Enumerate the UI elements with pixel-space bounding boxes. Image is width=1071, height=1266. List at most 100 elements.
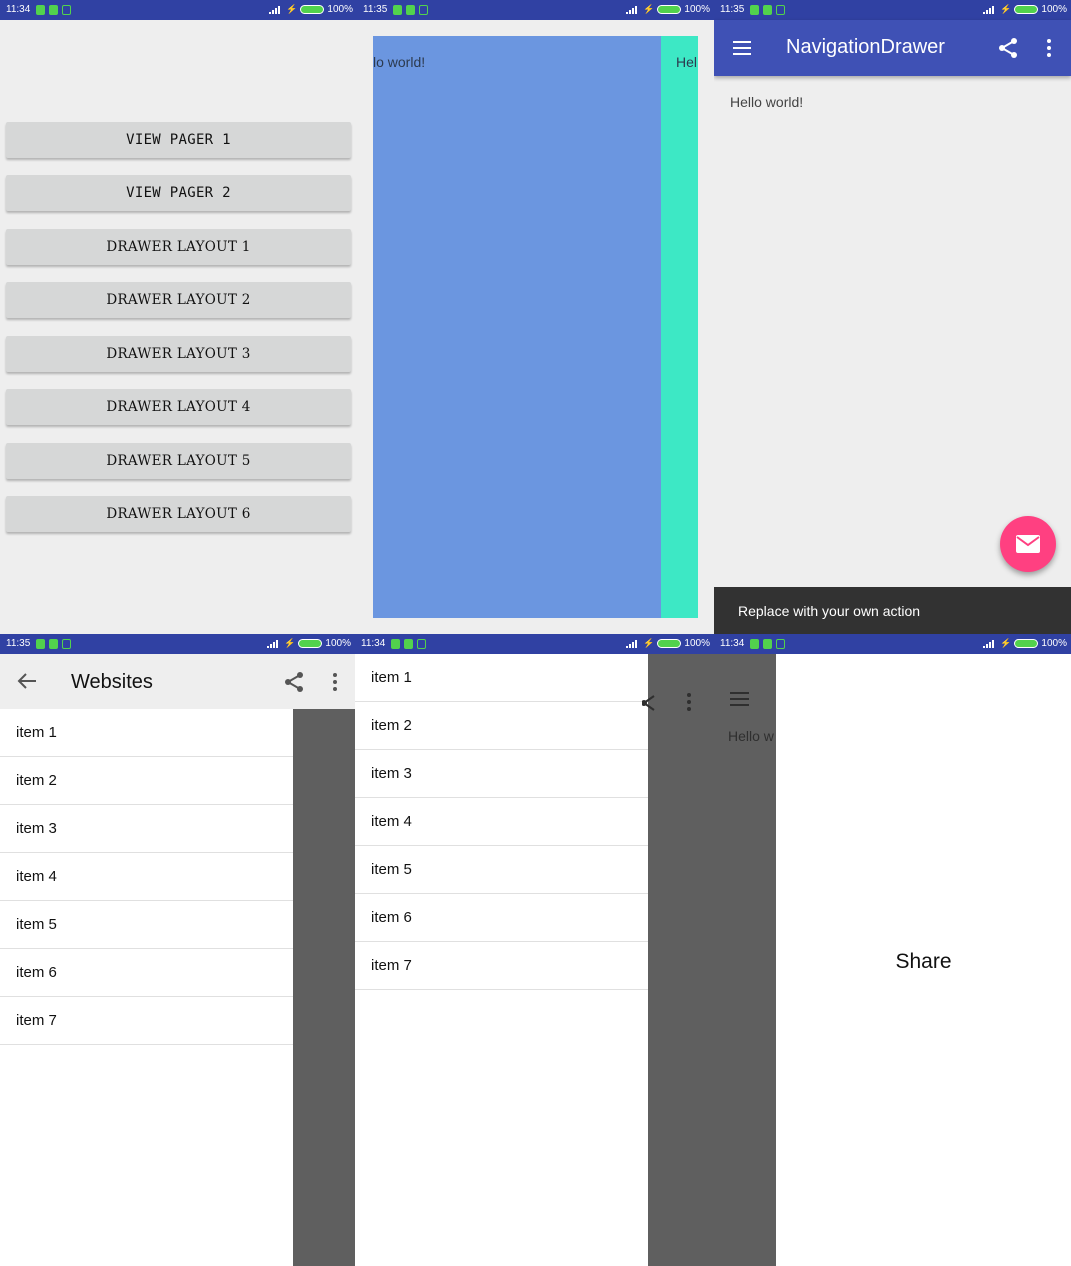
- background-text: Hello w: [728, 728, 774, 744]
- charging-icon: ⚡: [286, 4, 298, 14]
- snackbar: Replace with your own action: [714, 587, 1071, 634]
- sim-icon: [393, 5, 402, 15]
- app-toolbar: NavigationDrawer: [714, 20, 1071, 76]
- drawer-layout-4-button[interactable]: DRAWER LAYOUT 4: [6, 389, 351, 425]
- more-vert-icon[interactable]: [1045, 38, 1053, 58]
- signal-icon: [626, 640, 638, 648]
- list-item-label: item 6: [371, 909, 412, 926]
- dimmed-background[interactable]: Hello w: [714, 654, 776, 1266]
- share-icon: [642, 695, 655, 711]
- sim-icon: [36, 5, 45, 15]
- list-item[interactable]: item 6: [0, 949, 293, 997]
- pager-page-2[interactable]: Hel: [661, 36, 698, 618]
- android-icon: [49, 5, 58, 15]
- drawer-layout-6-button[interactable]: DRAWER LAYOUT 6: [6, 496, 351, 532]
- notification-icons: [36, 639, 71, 649]
- list-item[interactable]: item 5: [0, 901, 293, 949]
- status-right: ⚡ 100%: [626, 4, 710, 15]
- list-item-label: item 4: [16, 868, 57, 885]
- pager-page-1[interactable]: lo world!: [373, 36, 661, 618]
- status-right: ⚡ 100%: [269, 4, 353, 15]
- content-text: Hello world!: [730, 94, 804, 110]
- list-item-label: item 1: [16, 724, 57, 741]
- list-item[interactable]: item 3: [0, 805, 293, 853]
- battery-icon: [1014, 639, 1039, 648]
- list-item[interactable]: item 4: [355, 798, 648, 846]
- status-time: 11:35: [720, 4, 745, 15]
- status-right: ⚡ 100%: [267, 638, 351, 649]
- snackbar-text: Replace with your own action: [738, 603, 921, 619]
- list-item[interactable]: item 7: [0, 997, 293, 1045]
- app-notification-icon: [62, 5, 71, 15]
- android-icon: [763, 5, 772, 15]
- list-item[interactable]: item 2: [0, 757, 293, 805]
- signal-icon: [267, 640, 279, 648]
- list-item[interactable]: item 7: [355, 942, 648, 990]
- app-notification-icon: [419, 5, 428, 15]
- notification-icons: [393, 5, 428, 15]
- list-item-label: item 6: [16, 964, 57, 981]
- status-bar: 11:35 ⚡ 100%: [0, 634, 355, 654]
- share-icon[interactable]: [997, 37, 1019, 59]
- status-bar: 11:34 ⚡ 100%: [714, 634, 1071, 654]
- panel-view-pager: 11:35 ⚡ 100% lo world! Hel: [357, 0, 714, 634]
- android-icon: [404, 639, 413, 649]
- list-item[interactable]: item 4: [0, 853, 293, 901]
- drawer-layout-2-button[interactable]: DRAWER LAYOUT 2: [6, 282, 351, 318]
- sim-icon: [750, 5, 759, 15]
- battery-percent: 100%: [327, 4, 353, 15]
- charging-icon: ⚡: [643, 638, 655, 648]
- charging-icon: ⚡: [1000, 4, 1012, 14]
- app-notification-icon: [417, 639, 426, 649]
- share-panel: Share: [776, 654, 1071, 1266]
- list-item[interactable]: item 1: [0, 709, 293, 757]
- share-icon[interactable]: [283, 671, 305, 693]
- status-right: ⚡ 100%: [983, 638, 1067, 649]
- list-item[interactable]: item 1: [355, 654, 648, 702]
- list-item[interactable]: item 3: [355, 750, 648, 798]
- status-time: 11:34: [6, 4, 31, 15]
- status-time: 11:34: [361, 638, 386, 649]
- status-right: ⚡ 100%: [626, 638, 710, 649]
- list-item-label: item 5: [16, 916, 57, 933]
- status-right: ⚡ 100%: [983, 4, 1067, 15]
- toolbar-title: NavigationDrawer: [786, 36, 945, 58]
- drawer-layout-1-button[interactable]: DRAWER LAYOUT 1: [6, 229, 351, 265]
- list-item-label: item 4: [371, 813, 412, 830]
- panel-drawer-list: 11:34 ⚡ 100% item 1 item 2 item 3 item 4…: [355, 634, 714, 1266]
- battery-percent: 100%: [1041, 4, 1067, 15]
- charging-icon: ⚡: [284, 638, 296, 648]
- battery-percent: 100%: [325, 638, 351, 649]
- panel-main-menu: 11:34 ⚡ 100% VIEW PAGER 1 VIEW PAGER 2 D…: [0, 0, 357, 634]
- view-pager-1-button[interactable]: VIEW PAGER 1: [6, 122, 351, 158]
- menu-icon[interactable]: [732, 38, 752, 58]
- drawer-layout-5-button[interactable]: DRAWER LAYOUT 5: [6, 443, 351, 479]
- notification-icons: [750, 5, 785, 15]
- more-vert-icon[interactable]: [331, 672, 339, 692]
- battery-icon: [298, 639, 323, 648]
- list-item[interactable]: item 5: [355, 846, 648, 894]
- battery-icon: [657, 5, 682, 14]
- list-item-label: item 1: [371, 669, 412, 686]
- drawer-scrim[interactable]: [293, 709, 355, 1266]
- panel-websites-drawer: 11:35 ⚡ 100% Websites item 1 item 2 item…: [0, 634, 355, 1266]
- status-time: 11:34: [720, 638, 745, 649]
- list-item-label: item 7: [16, 1012, 57, 1029]
- app-notification-icon: [776, 639, 785, 649]
- email-fab-button[interactable]: [1000, 516, 1056, 572]
- signal-icon: [983, 640, 995, 648]
- android-icon: [49, 639, 58, 649]
- page-1-text: lo world!: [373, 54, 426, 70]
- toolbar-title: Websites: [71, 671, 153, 693]
- battery-percent: 100%: [1041, 638, 1067, 649]
- list-item-label: item 7: [371, 957, 412, 974]
- websites-toolbar: Websites: [0, 654, 355, 709]
- drawer-layout-3-button[interactable]: DRAWER LAYOUT 3: [6, 336, 351, 372]
- drawer-scrim[interactable]: [642, 654, 714, 1266]
- list-item-label: item 2: [16, 772, 57, 789]
- list-item[interactable]: item 2: [355, 702, 648, 750]
- email-icon: [1016, 535, 1040, 553]
- list-item[interactable]: item 6: [355, 894, 648, 942]
- view-pager-2-button[interactable]: VIEW PAGER 2: [6, 175, 351, 211]
- arrow-back-icon[interactable]: [17, 672, 37, 690]
